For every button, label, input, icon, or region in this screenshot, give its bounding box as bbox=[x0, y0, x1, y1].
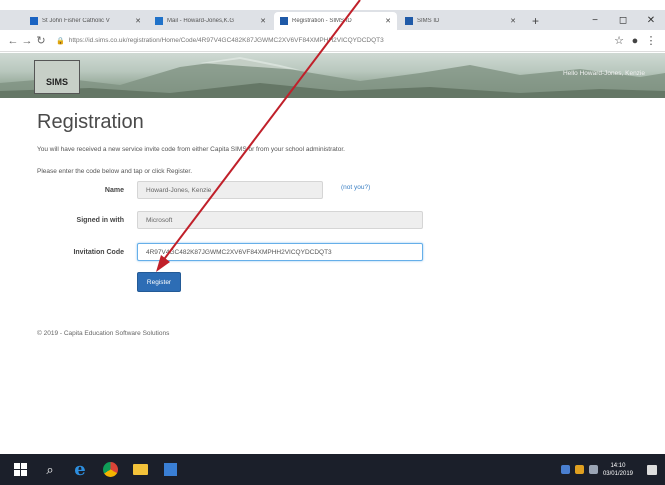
sims-app-icon[interactable] bbox=[160, 460, 180, 480]
system-tray: 14:10 03/01/2019 bbox=[560, 454, 657, 485]
lock-icon: 🔒 bbox=[56, 37, 65, 45]
tab-title: Registration - SIMS ID bbox=[292, 18, 352, 24]
url-text: https://id.sims.co.uk/registration/Home/… bbox=[68, 37, 384, 44]
profile-icon[interactable]: ● bbox=[627, 35, 643, 47]
instruction-text: Please enter the code below and tap or c… bbox=[37, 168, 193, 175]
notification-icon[interactable] bbox=[647, 464, 657, 475]
user-greeting: Hello Howard-Jones, Kenzie bbox=[562, 70, 645, 77]
window-controls: − ◻ ✕ bbox=[581, 10, 665, 30]
clock-date: 03/01/2019 bbox=[602, 470, 633, 477]
shield-icon[interactable] bbox=[560, 465, 570, 474]
back-arrow-icon[interactable]: ← bbox=[6, 35, 20, 47]
close-icon[interactable]: ✕ bbox=[260, 17, 266, 25]
maximize-button[interactable]: ◻ bbox=[609, 15, 637, 26]
site-icon bbox=[30, 17, 38, 25]
close-window-button[interactable]: ✕ bbox=[637, 15, 665, 26]
internet-explorer-icon[interactable]: e bbox=[70, 459, 90, 480]
clock-time: 14:10 bbox=[610, 462, 626, 469]
close-icon[interactable]: ✕ bbox=[135, 17, 141, 25]
not-you-link[interactable]: (not you?) bbox=[341, 184, 370, 191]
new-tab-button[interactable]: + bbox=[524, 12, 547, 30]
signed-in-label: Signed in with bbox=[76, 217, 124, 224]
volume-icon[interactable] bbox=[588, 465, 598, 474]
mail-icon bbox=[155, 17, 163, 25]
tab-title: SIMS ID bbox=[417, 18, 440, 24]
sims-icon bbox=[405, 17, 413, 25]
minimize-button[interactable]: − bbox=[581, 15, 609, 26]
browser-tab-st-john[interactable]: St John Fisher Catholic V ✕ bbox=[24, 12, 147, 30]
signed-in-field: Microsoft bbox=[137, 211, 423, 229]
footer-copyright: © 2019 - Capita Education Software Solut… bbox=[37, 330, 170, 337]
sims-icon bbox=[280, 17, 288, 25]
browser-tab-strip: St John Fisher Catholic V ✕ Mail - Howar… bbox=[0, 10, 665, 30]
reload-icon[interactable]: ↻ bbox=[34, 34, 48, 47]
browser-tab-registration[interactable]: Registration - SIMS ID ✕ bbox=[274, 12, 397, 30]
forward-arrow-icon[interactable]: → bbox=[20, 35, 34, 47]
chrome-icon[interactable] bbox=[100, 460, 120, 480]
intro-text: You will have received a new service inv… bbox=[37, 146, 345, 153]
tab-title: St John Fisher Catholic V bbox=[42, 18, 110, 24]
star-icon[interactable]: ☆ bbox=[611, 34, 627, 47]
close-icon[interactable]: ✕ bbox=[385, 17, 391, 25]
system-clock[interactable]: 14:10 03/01/2019 bbox=[603, 462, 633, 478]
search-icon[interactable]: ⌕ bbox=[40, 460, 60, 480]
browser-tab-sims-id[interactable]: SIMS ID ✕ bbox=[399, 12, 522, 30]
photo-margin bbox=[0, 0, 665, 10]
register-button[interactable]: Register bbox=[137, 272, 181, 292]
browser-toolbar: ← → ↻ 🔒 https://id.sims.co.uk/registrati… bbox=[0, 30, 665, 52]
invitation-code-label: Invitation Code bbox=[73, 249, 124, 256]
sims-logo[interactable]: SIMS bbox=[34, 60, 80, 94]
network-icon[interactable] bbox=[574, 465, 584, 474]
menu-icon[interactable]: ⋮ bbox=[643, 34, 659, 47]
windows-start-icon[interactable] bbox=[10, 460, 30, 480]
tab-title: Mail - Howard-Jones,K.G bbox=[167, 18, 235, 24]
page-title: Registration bbox=[37, 111, 144, 133]
browser-tab-mail[interactable]: Mail - Howard-Jones,K.G ✕ bbox=[149, 12, 272, 30]
invitation-code-input[interactable]: 4R97V4GC482K87JGWMC2XV6VF84XMPHH2VICQYDC… bbox=[137, 243, 423, 261]
address-bar[interactable]: 🔒 https://id.sims.co.uk/registration/Hom… bbox=[56, 33, 603, 49]
name-label: Name bbox=[104, 187, 124, 194]
windows-taskbar: ⌕ e 14:10 03/01/2019 bbox=[0, 454, 665, 485]
name-field: Howard-Jones, Kenzie bbox=[137, 181, 323, 199]
file-explorer-icon[interactable] bbox=[130, 460, 150, 480]
close-icon[interactable]: ✕ bbox=[510, 17, 516, 25]
